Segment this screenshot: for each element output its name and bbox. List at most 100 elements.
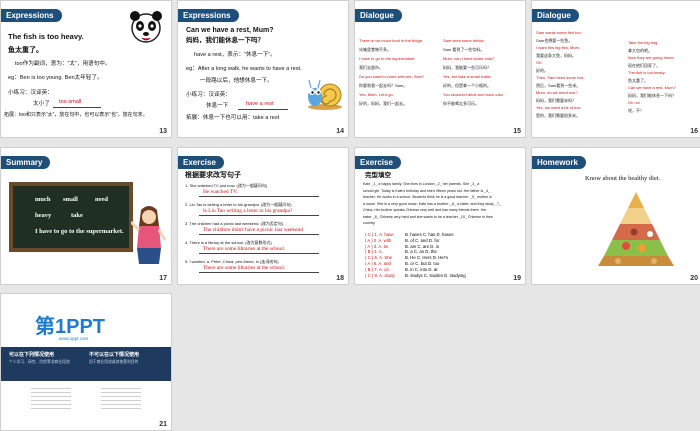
dialogue-line: 好的。 <box>536 67 548 73</box>
slide-number: 21 <box>159 421 167 428</box>
dialogue-line: Oh no! <box>628 100 641 105</box>
forbidden-text: 用于商业用途或其他营利目的 <box>89 360 139 364</box>
slide-number: 19 <box>513 275 521 282</box>
snail-icon <box>308 79 342 110</box>
dialogue-line: Yes, but take a small bottle. <box>443 74 492 79</box>
exercise-question: 4. There is a library at the school. (改为… <box>185 240 272 245</box>
slide-14-ext: 拓展：休息一下也可以用：take a rest <box>186 115 280 121</box>
slide-13-practice2: 太小了 <box>33 101 50 107</box>
slide-13-line1: too作为副词，意为：“太”，用语句中。 <box>15 61 111 67</box>
dialogue-line: There is not much food in the fridge. <box>359 38 424 43</box>
slide-number: 20 <box>690 275 698 282</box>
slide-13-tab: Expressions <box>1 9 62 22</box>
exercise-question: 3. The children had a picnic last weeken… <box>185 221 284 226</box>
slide-14-line1: have a rest，表示：“休息一下”。 <box>194 52 276 58</box>
slide-19-tab: Exercise <box>355 156 401 169</box>
slide-14-practice2: 休息一下 <box>206 103 229 109</box>
passage-line: school girl. Today is Kate's birthday an… <box>363 188 491 193</box>
slide-13-ext: 拓展：too和只表示“太”，放在句中，也可以表示“也”，放在句末。 <box>4 112 148 118</box>
teacher-icon <box>131 206 167 264</box>
dialogue-line: I want this big fish, Mum. <box>536 45 581 50</box>
slide-15[interactable]: Dialogue There is not much food in the f… <box>355 1 525 137</box>
dialogue-line: Do you want to come with me, Sam? <box>359 74 425 79</box>
dialogue-line: 我要这条大鱼，妈妈。 <box>536 52 576 58</box>
cloze-answer: ( C ) 8. A. study <box>365 272 395 278</box>
slide-21[interactable]: 第1PPT www.1ppt.com 可以在下列情况使用 不可以在以下情况使用 … <box>1 294 171 430</box>
slide-14[interactable]: Expressions Can we have a rest, Mum? 妈妈，… <box>178 1 348 137</box>
summary-word: need <box>95 196 108 203</box>
exercise-answer: There are some libraries at the school. <box>203 246 286 252</box>
passage-line: teacher. He works in a school. Students … <box>363 195 492 199</box>
slide-18[interactable]: Exercise 根据要求改写句子 1. She watched TV just… <box>178 148 348 284</box>
dialogue-line: You shouldn't drink too much cola. <box>443 92 504 97</box>
exercise-question: 1. She watched TV just now. (改为一般疑问句) <box>185 183 268 188</box>
slide-13-cn: 鱼太重了。 <box>8 47 43 54</box>
dialogue-line: 好的，但是拿一个小瓶的。 <box>443 83 491 88</box>
allowed-heading: 可以在下列情况使用 <box>9 352 55 358</box>
dialogue-line: Take the big bag. <box>628 40 659 45</box>
dialogue-line: Then, Sam sees some rice. <box>536 75 585 80</box>
slide-13-practice: 小练习：汉译英： <box>8 90 53 96</box>
passage-line: country. <box>363 221 376 225</box>
slide-number: 14 <box>336 128 344 135</box>
dialogue-line: The fish is too heavy. <box>628 70 666 75</box>
slide-18-title: 根据要求改写句子 <box>185 172 241 179</box>
slide-number: 15 <box>513 128 521 135</box>
slide-13[interactable]: Expressions The fish is too heavy. 鱼太重了。… <box>1 1 171 137</box>
passage-line: China. Her brother speaks Chinese very w… <box>363 208 487 212</box>
slide-16[interactable]: Dialogue Sam wants some fish too. Sam也想要一… <box>532 1 700 137</box>
exercise-answer: There are some libraries at the school. <box>203 265 286 271</box>
slide-number: 17 <box>159 275 167 282</box>
slide-14-title: Can we have a rest, Mum? <box>186 27 274 34</box>
slide-17[interactable]: Summary much small need heavy take I hav… <box>1 148 171 284</box>
passage-line: sister _8_ Chinese very hard and she wan… <box>363 214 493 219</box>
dialogue-line: OK. <box>536 60 543 65</box>
slide-number: 18 <box>336 275 344 282</box>
answer-line <box>238 109 288 110</box>
info-band: 可以在下列情况使用 不可以在以下情况使用 个人学习、研究、欣赏等非商业用途 用于… <box>1 347 171 381</box>
slide-14-tab: Expressions <box>178 9 239 22</box>
chalkboard: much small need heavy take I have to go … <box>9 182 133 252</box>
dialogue-line: Sam sees some drinks. <box>443 38 485 43</box>
slide-19[interactable]: Exercise 完型填空 Kate _1_ a happy family. S… <box>355 148 525 284</box>
summary-word: much <box>35 196 51 203</box>
slide-13-line2: eg：Ben is too young. Ben太年轻了。 <box>8 75 103 81</box>
answer-line <box>199 272 319 273</box>
dialogue-line: Sam 看到了一些饮料。 <box>443 47 485 52</box>
dialogue-line: Sam wants some fish too. <box>536 30 582 35</box>
slide-16-tab: Dialogue <box>532 9 579 22</box>
dialogue-line: 妈妈，我们能休息一下吗？ <box>628 92 676 98</box>
slide-13-title: The fish is too heavy. <box>8 32 84 41</box>
slide-19-title: 完型填空 <box>365 172 391 179</box>
panda-icon <box>130 11 162 43</box>
summary-word: take <box>71 212 83 219</box>
exercise-question: 2. Liu Tao is writing a letter to his gr… <box>185 202 292 207</box>
brand-logo: 第1PPT <box>35 316 106 338</box>
dialogue-line: 拿大包的吧。 <box>628 47 652 53</box>
slide-14-answer: have a rest <box>246 101 274 107</box>
dialogue-line: Yes, Mum. Let's go. <box>359 92 394 97</box>
slide-20-title: Know about the healthy diet. <box>585 175 661 182</box>
slide-number: 16 <box>690 128 698 135</box>
summary-word: I have to go to the supermarket. <box>35 228 124 235</box>
answer-line <box>199 215 319 216</box>
dialogue-line: Can we have a rest, Mum? <box>628 85 676 90</box>
answer-line <box>199 253 319 254</box>
dialogue-line: 冰箱里食物不多。 <box>359 47 391 52</box>
slide-20[interactable]: Homework Know about the healthy diet. 20 <box>532 148 700 284</box>
dialogue-line: 你要和我一起去吗？Sam。 <box>359 83 408 88</box>
exercise-answer: The children didn't have a picnic last w… <box>203 227 303 233</box>
allowed-text: 个人学习、研究、欣赏等非商业用途 <box>9 360 70 364</box>
forbidden-heading: 不可以在以下情况使用 <box>89 352 140 358</box>
dialogue-line: 好的，妈妈，我们一起去。 <box>359 101 407 106</box>
brand-url: www.1ppt.com <box>59 336 89 341</box>
cloze-choices: B. studys C. studies D. studying <box>405 272 466 278</box>
exercise-answer: He watched TV. <box>203 189 238 195</box>
answer-line <box>199 196 319 197</box>
answer-line <box>53 107 101 108</box>
dialogue-line: Mum, can I have some cola? <box>443 56 495 61</box>
slide-14-line3: 一段路以后，他想休息一下。 <box>200 78 273 84</box>
exercise-question: 5. I wanted, a, Peter, China, pen-friend… <box>185 259 279 264</box>
dialogue-line: 你不能喝太多可乐。 <box>443 101 479 106</box>
summary-word: heavy <box>35 212 52 219</box>
